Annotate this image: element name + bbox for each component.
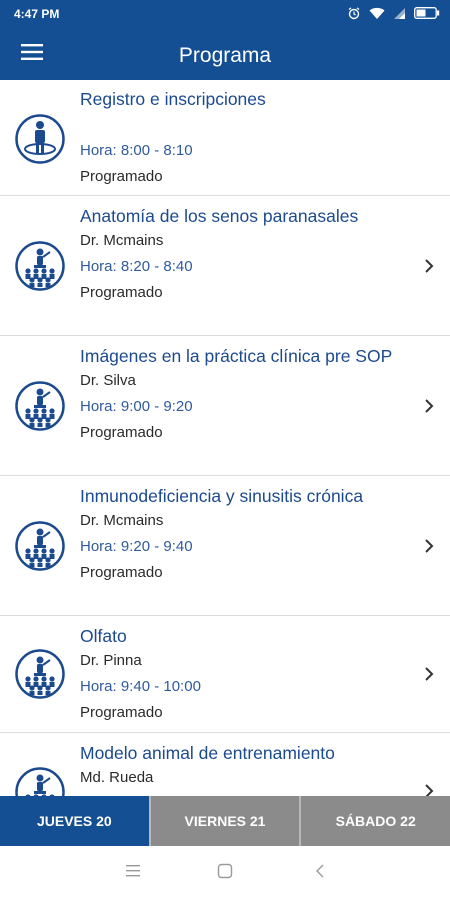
session-item-modelo-animal[interactable]: Modelo animal de entrenamiento Md. Rueda <box>0 733 450 796</box>
back-icon <box>315 863 325 884</box>
session-item-registro[interactable]: Registro e inscripciones Hora: 8:00 - 8:… <box>0 80 450 196</box>
session-text: Anatomía de los senos paranasales Dr. Mc… <box>80 205 410 303</box>
chevron-right-icon <box>422 665 436 683</box>
system-nav-bar <box>0 846 450 900</box>
lecture-icon <box>14 380 66 432</box>
session-time: Hora: 9:40 - 10:00 <box>80 678 201 695</box>
status-icons <box>347 6 440 20</box>
session-text: Registro e inscripciones Hora: 8:00 - 8:… <box>80 88 410 187</box>
lecture-icon <box>14 520 66 572</box>
session-title: Registro e inscripciones <box>80 89 266 109</box>
session-item-anatomia[interactable]: Anatomía de los senos paranasales Dr. Mc… <box>0 196 450 336</box>
session-status: Programado <box>80 564 163 581</box>
chevron-right-icon <box>422 782 436 796</box>
session-speaker: Dr. Silva <box>80 372 136 389</box>
session-time: Hora: 8:00 - 8:10 <box>80 142 193 159</box>
session-title: Olfato <box>80 626 127 646</box>
session-status: Programado <box>80 284 163 301</box>
tab-viernes-21[interactable]: VIERNES 21 <box>148 796 300 846</box>
wifi-icon <box>369 7 385 20</box>
session-text: Olfato Dr. Pinna Hora: 9:40 - 10:00 Prog… <box>80 625 410 723</box>
signal-icon <box>393 7 406 20</box>
session-time: Hora: 9:00 - 9:20 <box>80 398 193 415</box>
status-time: 4:47 PM <box>14 7 60 21</box>
chevron-right-icon <box>422 537 436 555</box>
session-title: Anatomía de los senos paranasales <box>80 206 359 226</box>
session-title: Inmunodeficiencia y sinusitis crónica <box>80 486 364 506</box>
lecture-icon <box>14 240 66 292</box>
app-bar: Programa <box>0 28 450 80</box>
home-button[interactable] <box>214 863 236 884</box>
session-speaker: Dr. Mcmains <box>80 512 164 529</box>
battery-icon <box>414 7 440 19</box>
registration-icon <box>14 113 66 165</box>
home-icon <box>217 863 233 884</box>
session-speaker: Md. Rueda <box>80 769 154 786</box>
alarm-icon <box>347 6 361 20</box>
recents-icon <box>126 864 140 882</box>
status-bar: 4:47 PM <box>0 0 450 28</box>
tab-jueves-20[interactable]: JUEVES 20 <box>0 796 149 846</box>
session-text: Modelo animal de entrenamiento Md. Rueda <box>80 742 410 788</box>
session-item-olfato[interactable]: Olfato Dr. Pinna Hora: 9:40 - 10:00 Prog… <box>0 616 450 733</box>
lecture-icon <box>14 766 66 796</box>
session-speaker: Dr. Mcmains <box>80 232 164 249</box>
session-time: Hora: 9:20 - 9:40 <box>80 538 193 555</box>
session-item-inmunodeficiencia[interactable]: Inmunodeficiencia y sinusitis crónica Dr… <box>0 476 450 616</box>
session-status: Programado <box>80 704 163 721</box>
session-item-imagenes[interactable]: Imágenes en la práctica clínica pre SOP … <box>0 336 450 476</box>
session-text: Imágenes en la práctica clínica pre SOP … <box>80 345 410 443</box>
chevron-right-icon <box>422 257 436 275</box>
session-title: Modelo animal de entrenamiento <box>80 743 335 763</box>
session-speaker: Dr. Pinna <box>80 652 142 669</box>
session-time: Hora: 8:20 - 8:40 <box>80 258 193 275</box>
session-status: Programado <box>80 168 163 185</box>
session-text: Inmunodeficiencia y sinusitis crónica Dr… <box>80 485 410 583</box>
day-tabs: JUEVES 20 VIERNES 21 SÁBADO 22 <box>0 796 450 846</box>
tab-sabado-22[interactable]: SÁBADO 22 <box>299 796 450 846</box>
chevron-right-icon <box>422 397 436 415</box>
session-list[interactable]: Registro e inscripciones Hora: 8:00 - 8:… <box>0 80 450 796</box>
session-title: Imágenes en la práctica clínica pre SOP <box>80 346 393 366</box>
session-status: Programado <box>80 424 163 441</box>
back-button[interactable] <box>309 864 331 882</box>
recents-button[interactable] <box>122 864 144 882</box>
page-title: Programa <box>178 44 272 67</box>
lecture-icon <box>14 648 66 700</box>
